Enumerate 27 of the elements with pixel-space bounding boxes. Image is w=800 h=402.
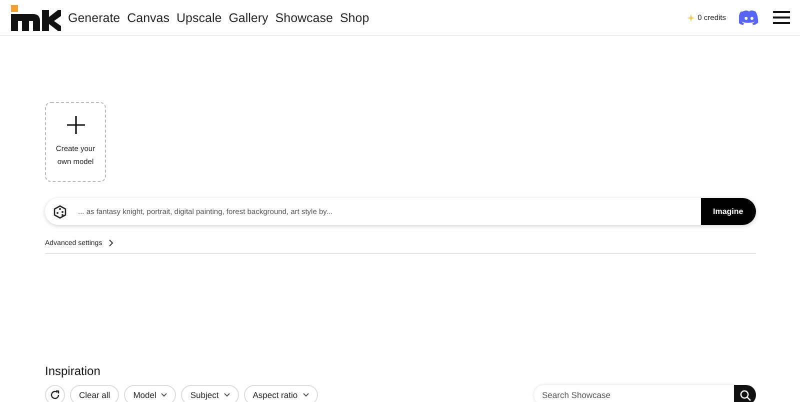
search-icon <box>740 390 750 400</box>
clear-all-button[interactable]: Clear all <box>70 385 120 402</box>
nav-link[interactable]: Generate <box>68 10 120 24</box>
section-title: Inspiration <box>45 364 102 378</box>
search-field[interactable]: Search Showcase <box>534 385 734 402</box>
logo-icon[interactable] <box>11 4 61 30</box>
chevron-icon[interactable] <box>108 239 114 247</box>
refresh-button[interactable] <box>45 385 65 402</box>
nav-link[interactable]: Shop <box>340 10 370 24</box>
caret-icon <box>161 393 168 397</box>
refresh-icon <box>50 390 60 400</box>
nav-link[interactable]: Gallery <box>228 10 268 24</box>
caret-icon <box>302 393 309 397</box>
caret-icon <box>224 393 230 397</box>
nav-link[interactable]: Showcase <box>275 10 333 24</box>
dice-icon[interactable] <box>53 204 67 218</box>
filter-dropdown[interactable]: Model <box>124 385 176 402</box>
sparkle-icon <box>686 14 695 22</box>
plus-icon <box>66 116 84 134</box>
nav-link[interactable]: Upscale <box>176 10 222 24</box>
imagine-button[interactable]: Imagine <box>701 198 756 225</box>
filter-dropdown[interactable]: Aspect ratio <box>244 385 318 402</box>
filter-dropdown[interactable]: Subject <box>181 385 239 402</box>
nav-link[interactable]: Canvas <box>127 10 170 24</box>
search-button[interactable] <box>734 385 756 402</box>
menu-icon[interactable] <box>773 11 790 24</box>
chat-app-icon[interactable] <box>739 10 759 25</box>
